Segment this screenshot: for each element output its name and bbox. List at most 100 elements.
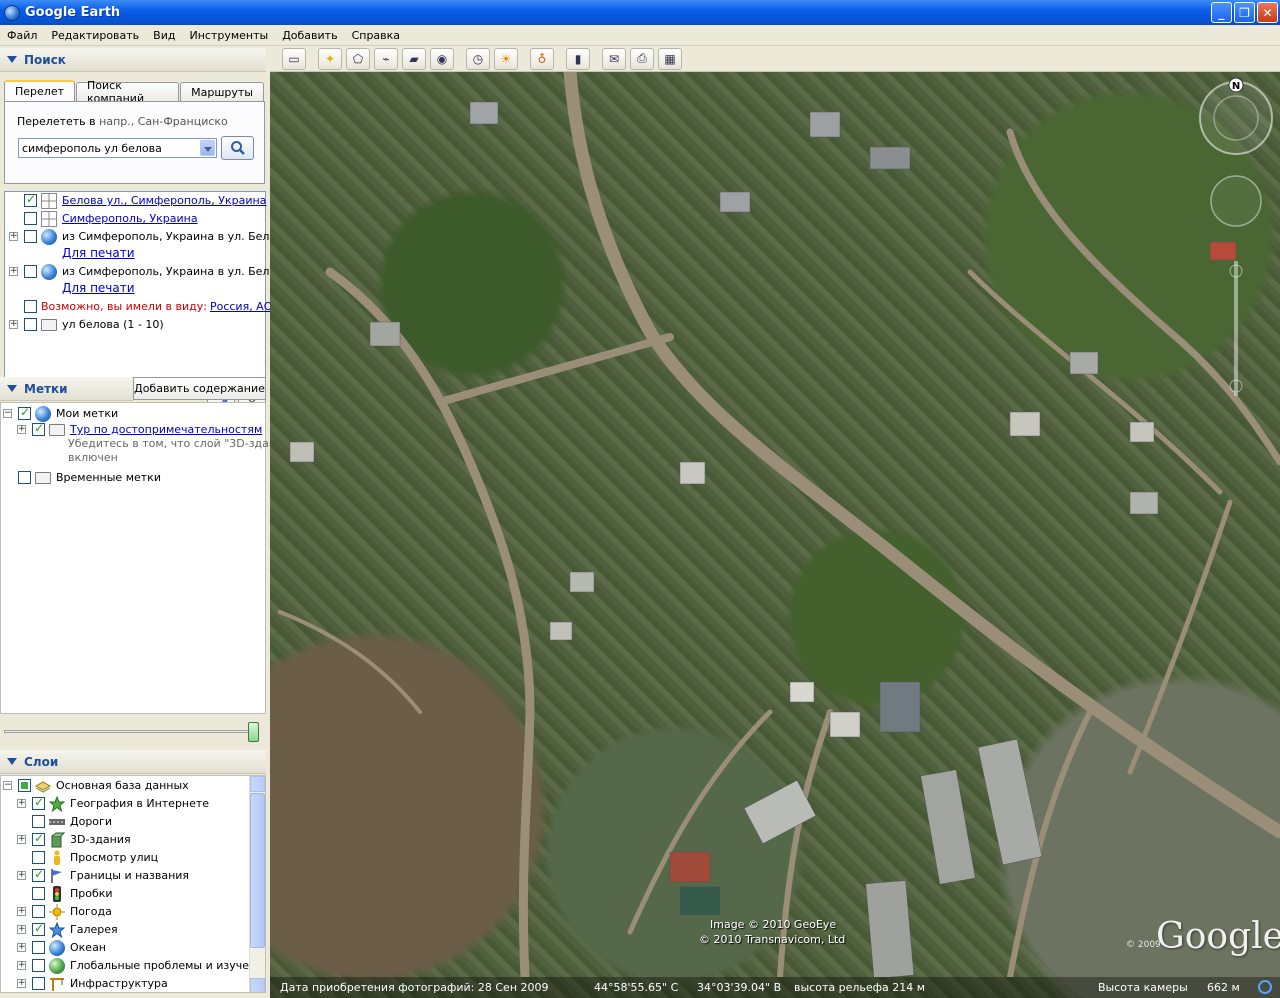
menu-add[interactable]: Добавить (275, 29, 344, 42)
opacity-slider[interactable] (4, 722, 262, 742)
tab-find-businesses[interactable]: Поиск компаний (76, 79, 180, 105)
add-path-button[interactable]: ⌁ (374, 47, 398, 70)
search-query-value[interactable]: симферополь ул белова (19, 142, 200, 155)
places-panel-header[interactable]: Метки (0, 377, 133, 401)
places-item-temp[interactable]: Временные метки (1, 469, 161, 486)
expand-icon[interactable]: + (17, 907, 26, 916)
result-sub[interactable]: Для печати (62, 244, 135, 261)
switch-planet-button[interactable]: ♁ (530, 47, 554, 70)
sunlight-button[interactable]: ☀ (494, 47, 518, 70)
layer-item[interactable]: − Основная база данных (1, 777, 189, 794)
expand-icon[interactable]: + (17, 943, 26, 952)
layer-item[interactable]: + Океан (13, 939, 106, 956)
menu-view[interactable]: Вид (146, 29, 182, 42)
result-checkbox[interactable] (24, 230, 37, 243)
result-checkbox[interactable] (24, 318, 37, 331)
result-item[interactable]: + ул белова (1 - 10) (5, 316, 164, 333)
add-polygon-button[interactable]: ⬠ (346, 47, 370, 70)
result-sub[interactable]: Для печати (62, 279, 135, 296)
search-button[interactable] (221, 136, 254, 160)
layer-item[interactable]: + Границы и названия (13, 867, 189, 884)
expand-icon[interactable]: + (17, 835, 26, 844)
layer-checkbox[interactable] (32, 795, 45, 810)
satellite-imagery[interactable] (270, 72, 1280, 977)
layer-checkbox[interactable] (32, 887, 45, 900)
layer-checkbox[interactable] (32, 921, 45, 936)
layer-item[interactable]: + Галерея (13, 921, 118, 938)
historical-imagery-button[interactable]: ◷ (466, 47, 490, 70)
place-checkbox[interactable] (18, 405, 31, 420)
menu-file[interactable]: Файл (0, 29, 44, 42)
layer-checkbox[interactable] (32, 831, 45, 846)
layer-checkbox[interactable] (32, 977, 45, 990)
layer-item[interactable]: Дороги (13, 813, 112, 830)
expand-icon[interactable]: + (9, 267, 18, 276)
email-button[interactable]: ✉ (602, 47, 626, 70)
layer-item[interactable]: + 3D-здания (13, 831, 131, 848)
print-link[interactable]: Для печати (62, 281, 135, 295)
layer-checkbox[interactable] (32, 959, 45, 972)
print-link[interactable]: Для печати (62, 246, 135, 260)
layers-scrollbar[interactable] (249, 776, 265, 992)
expand-icon[interactable]: + (17, 961, 26, 970)
layer-checkbox[interactable] (18, 779, 31, 792)
scroll-thumb[interactable] (250, 793, 265, 948)
result-item[interactable]: Симферополь, Украина (5, 210, 198, 227)
layer-checkbox[interactable] (32, 905, 45, 918)
layer-item[interactable]: Просмотр улиц (13, 849, 158, 866)
result-checkbox[interactable] (24, 212, 37, 225)
layer-item[interactable]: + Инфраструктура (13, 975, 168, 992)
scroll-down-button[interactable] (250, 978, 265, 992)
menu-help[interactable]: Справка (345, 29, 407, 42)
record-tour-button[interactable]: ◉ (430, 47, 454, 70)
result-link[interactable]: Симферополь, Украина (62, 212, 198, 225)
add-content-button[interactable]: Добавить содержание (133, 377, 266, 400)
result-text[interactable]: ул белова (1 - 10) (62, 318, 164, 331)
tab-fly-to[interactable]: Перелет (4, 80, 75, 101)
layer-item[interactable]: Пробки (13, 885, 113, 902)
result-checkbox[interactable] (24, 192, 37, 207)
result-checkbox[interactable] (24, 300, 37, 313)
result-item[interactable]: + из Симферополь, Украина в ул. Белова, (5, 263, 293, 280)
result-checkbox[interactable] (24, 265, 37, 278)
chevron-down-icon[interactable] (200, 140, 215, 156)
expand-icon[interactable]: + (17, 925, 26, 934)
expand-icon[interactable]: + (17, 799, 26, 808)
menu-tools[interactable]: Инструменты (182, 29, 275, 42)
result-text[interactable]: из Симферополь, Украина в ул. Белова, (62, 265, 293, 278)
layer-checkbox[interactable] (32, 851, 45, 864)
minimize-button[interactable]: _ (1211, 2, 1232, 23)
result-item[interactable]: Белова ул., Симферополь, Украина (5, 192, 266, 209)
slider-thumb[interactable] (248, 722, 259, 742)
search-input[interactable]: симферополь ул белова (18, 138, 217, 158)
layer-item[interactable]: + География в Интернете (13, 795, 209, 812)
layer-item[interactable]: + Глобальные проблемы и изучени… (13, 957, 265, 974)
layer-checkbox[interactable] (32, 867, 45, 882)
layer-checkbox[interactable] (32, 941, 45, 954)
close-button[interactable]: ✕ (1257, 2, 1278, 23)
layer-item[interactable]: + Погода (13, 903, 112, 920)
expand-icon[interactable]: − (3, 781, 12, 790)
print-button[interactable]: ⎙ (630, 47, 654, 70)
navigation-controls[interactable]: N (1196, 76, 1276, 406)
add-placemark-button[interactable]: ✦ (318, 47, 342, 70)
expand-icon[interactable]: + (9, 320, 18, 329)
scroll-up-button[interactable] (250, 776, 265, 792)
places-item-my-places[interactable]: − Мои метки (1, 405, 118, 422)
sidebar-toggle-button[interactable]: ▭ (282, 47, 306, 70)
view-in-maps-button[interactable]: ▦ (658, 47, 682, 70)
menu-edit[interactable]: Редактировать (44, 29, 146, 42)
search-panel-header[interactable]: Поиск (0, 48, 266, 72)
place-checkbox[interactable] (18, 471, 31, 484)
expand-icon[interactable]: + (9, 232, 18, 241)
expand-icon[interactable]: + (17, 871, 26, 880)
result-link[interactable]: Белова ул., Симферополь, Украина (62, 194, 266, 207)
expand-icon[interactable]: + (17, 425, 26, 434)
result-text[interactable]: из Симферополь, Украина в ул. Белова, (62, 230, 293, 243)
layer-checkbox[interactable] (32, 815, 45, 828)
tab-directions[interactable]: Маршруты (180, 82, 264, 101)
expand-icon[interactable]: − (3, 409, 12, 418)
add-overlay-button[interactable]: ▰ (402, 47, 426, 70)
expand-icon[interactable]: + (17, 979, 26, 988)
ruler-button[interactable]: ▮ (566, 47, 590, 70)
